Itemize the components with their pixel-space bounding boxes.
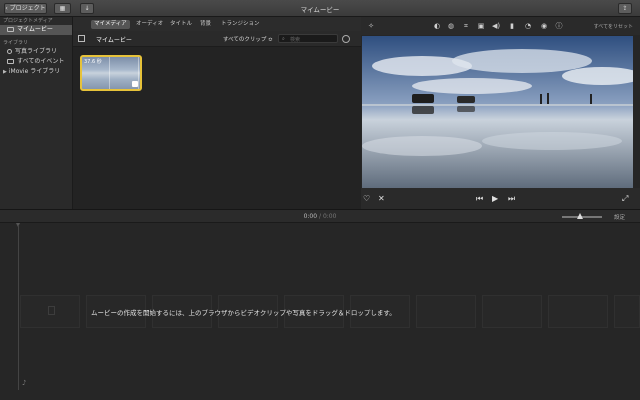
total-time: 0:00: [322, 213, 337, 220]
tab-my-media[interactable]: マイメディア: [91, 20, 130, 29]
window-title: マイムービー: [300, 6, 340, 14]
film-icon: [7, 27, 14, 32]
viewer-controls: ♡ ✕ ⏮ ▶ ⏭ ⤢: [361, 188, 640, 209]
sidebar-item-photos-library[interactable]: 写真ライブラリ: [0, 47, 72, 57]
zoom-slider-knob[interactable]: [577, 213, 583, 219]
skip-forward-icon[interactable]: ⏭: [508, 194, 515, 203]
reset-all-button[interactable]: すべてをリセット: [594, 23, 633, 30]
clip-filter-select[interactable]: すべてのクリップ ≎: [223, 35, 273, 43]
video-viewer: [362, 36, 633, 188]
viewer-toolbar: ✧ ◐ ◍ ⌗ ▣ ◀) ▮ ◔ ◉ ⓘ すべてをリセット: [361, 17, 640, 35]
equalizer-icon[interactable]: ▮: [508, 22, 516, 30]
drop-slot: [482, 295, 542, 328]
clip-duration: 37.6 秒: [84, 59, 102, 65]
sidebar-item-label: マイムービー: [17, 26, 53, 33]
color-correction-icon[interactable]: ◍: [447, 22, 455, 30]
skip-back-icon[interactable]: ⏮: [476, 194, 483, 203]
share-button[interactable]: ⇪: [618, 3, 632, 14]
photos-icon: [7, 49, 12, 54]
heart-icon[interactable]: ♡: [363, 194, 370, 203]
playhead[interactable]: [18, 225, 19, 390]
events-icon: [7, 59, 14, 64]
time-separator: /: [318, 213, 322, 220]
info-icon[interactable]: ⓘ: [555, 22, 563, 30]
music-note-icon: ♪: [22, 379, 27, 387]
drop-slot: [416, 295, 476, 328]
gear-icon[interactable]: [342, 35, 350, 43]
reject-icon[interactable]: ✕: [378, 194, 385, 203]
library-sidebar: プロジェクトメディア マイムービー ライブラリ 写真ライブラリ すべてのイベント…: [0, 17, 73, 209]
filter-icon[interactable]: ◉: [540, 22, 548, 30]
color-balance-icon[interactable]: ◐: [433, 22, 441, 30]
disclosure-triangle-icon[interactable]: ▶: [3, 69, 7, 75]
preview-image: [362, 36, 633, 188]
drop-slot: [614, 295, 640, 328]
timeline-zoom-slider[interactable]: [562, 213, 602, 219]
timecode: 0:00 / 0:00: [0, 213, 640, 220]
stabilization-icon[interactable]: ▣: [477, 22, 485, 30]
volume-icon[interactable]: ◀): [492, 22, 500, 30]
sidebar-item-label: iMovie ライブラリ: [8, 68, 61, 75]
speed-icon[interactable]: ◔: [524, 22, 532, 30]
share-icon: ⇪: [622, 5, 628, 12]
sidebar-item-label: 写真ライブラリ: [15, 48, 58, 55]
browser-body: 37.6 秒: [73, 47, 361, 209]
media-clip-thumbnail[interactable]: 37.6 秒: [80, 55, 142, 91]
libraries-header: ライブラリ: [3, 40, 29, 46]
tab-backgrounds[interactable]: 背景: [197, 20, 214, 29]
drop-slot: [548, 295, 608, 328]
play-icon[interactable]: ▶: [492, 194, 498, 203]
current-time: 0:00: [303, 213, 318, 220]
tab-audio[interactable]: オーディオ: [133, 20, 166, 29]
timeline[interactable]: ムービーの作成を開始するには、上のブラウザからビデオクリップや写真をドラッグ＆ド…: [0, 223, 640, 400]
favorite-marker-icon: [132, 81, 138, 87]
project-media-header: プロジェクトメディア: [3, 18, 53, 24]
fullscreen-icon[interactable]: ⤢: [622, 194, 628, 203]
tab-titles[interactable]: タイトル: [167, 20, 195, 29]
browser-toolbar: マイムービー すべてのクリップ ≎ ⌕ 検索: [73, 31, 361, 47]
sidebar-toggle-icon[interactable]: [78, 35, 85, 42]
search-icon: ⌕: [282, 36, 285, 42]
magic-wand-icon[interactable]: ✧: [367, 22, 375, 30]
crop-icon[interactable]: ⌗: [462, 22, 470, 30]
title-bar: ‹ プロジェクト ▦ ↓ マイムービー ⇪: [0, 0, 640, 17]
empty-timeline-message: ムービーの作成を開始するには、上のブラウザからビデオクリップや写真をドラッグ＆ド…: [91, 309, 396, 317]
browser-title: マイムービー: [96, 37, 132, 44]
browser-tabs: マイメディア オーディオ タイトル 背景 トランジション: [73, 17, 361, 31]
sidebar-item-all-events[interactable]: すべてのイベント: [0, 57, 72, 67]
sidebar-item-imovie-library[interactable]: ▶ iMovie ライブラリ: [0, 67, 72, 77]
search-input[interactable]: ⌕ 検索: [278, 34, 338, 43]
film-placeholder-icon: [48, 306, 55, 315]
timeline-settings-button[interactable]: 設定: [614, 213, 625, 221]
sidebar-item-label: すべてのイベント: [17, 58, 65, 65]
sidebar-item-my-movie[interactable]: マイムービー: [0, 25, 72, 35]
search-placeholder: 検索: [290, 37, 301, 43]
timeline-header: 0:00 / 0:00 設定: [0, 209, 640, 223]
tab-transitions[interactable]: トランジション: [218, 20, 263, 29]
